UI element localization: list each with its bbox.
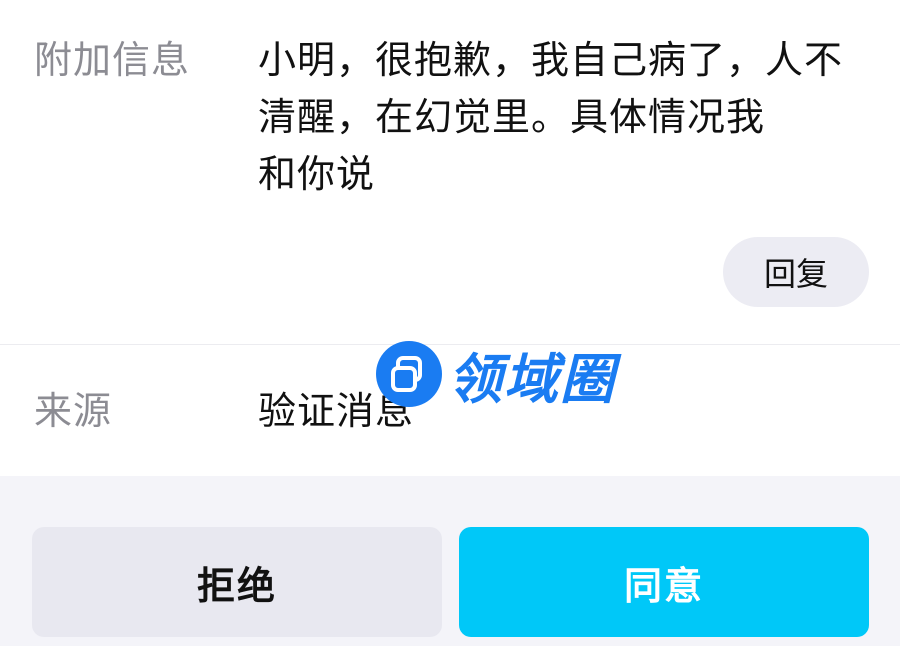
extra-info-line: 小明，很抱歉，我自己病了，人不 — [258, 38, 844, 82]
extra-info-label: 附加信息 — [34, 38, 191, 82]
extra-info-line: 和你说 — [258, 152, 376, 196]
overlapping-squares-icon — [376, 341, 442, 407]
action-bar: 拒绝 同意 — [0, 476, 900, 646]
watermark: 领域圈 — [376, 341, 616, 411]
reject-button[interactable]: 拒绝 — [32, 527, 442, 637]
extra-info-line: 清醒，在幻觉里。具体情况我 — [258, 95, 766, 139]
watermark-text: 领域圈 — [448, 347, 616, 411]
reply-button[interactable]: 回复 — [723, 237, 869, 307]
source-label: 来源 — [34, 389, 113, 433]
extra-info-text: 小明，很抱歉，我自己病了，人不 清醒，在幻觉里。具体情况我 和你说 — [258, 32, 888, 203]
extra-info-section: 附加信息 小明，很抱歉，我自己病了，人不 清醒，在幻觉里。具体情况我 和你说 回… — [0, 0, 900, 344]
accept-button[interactable]: 同意 — [459, 527, 869, 637]
